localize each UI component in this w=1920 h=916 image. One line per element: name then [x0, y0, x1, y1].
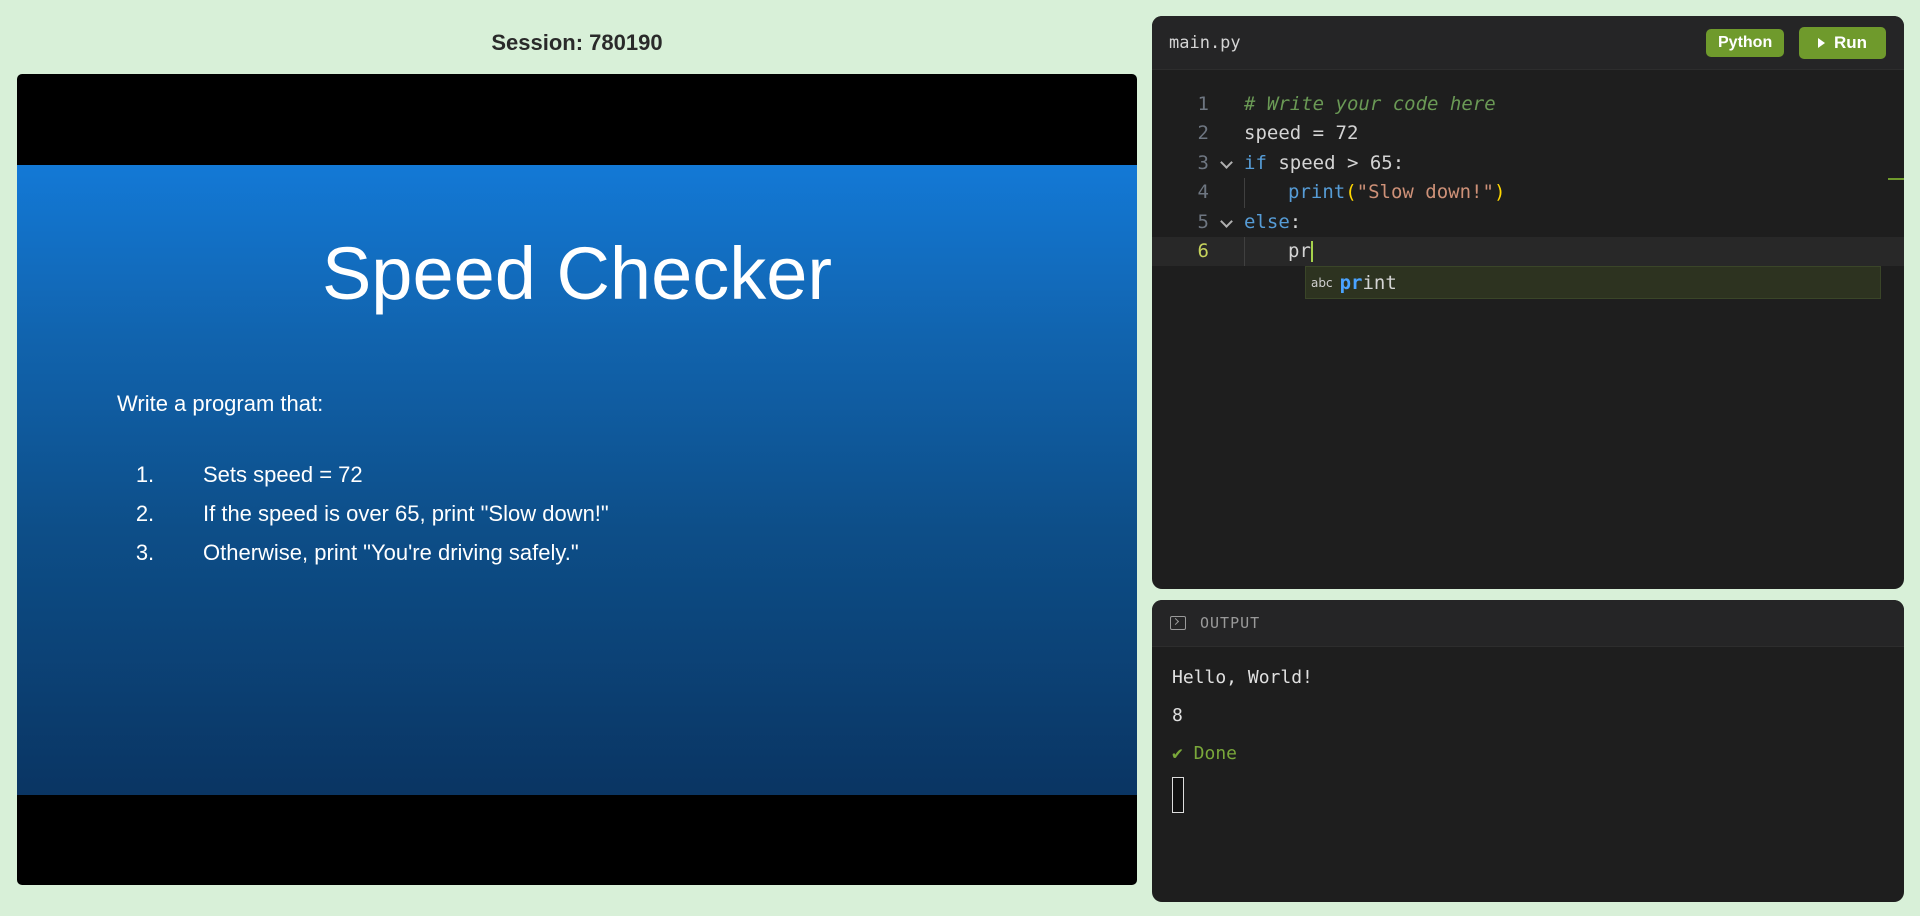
run-status: ✔ Done [1172, 743, 1238, 764]
step-text: Otherwise, print "You're driving safely.… [203, 539, 579, 565]
code-if-statement: if speed > 65: [1244, 149, 1404, 178]
file-tab[interactable]: main.py [1169, 33, 1241, 53]
fold-chevron-icon[interactable] [1220, 149, 1233, 178]
output-panel: OUTPUT Hello, World! 8 ✔ Done [1152, 600, 1904, 902]
paren-close: ) [1493, 181, 1506, 204]
line-number: 2 [1197, 122, 1209, 145]
scrollbar-marker [1888, 178, 1904, 180]
step-text: If the speed is over 65, print "Slow dow… [203, 500, 609, 526]
code-line[interactable]: 4 print("Slow down!") [1152, 178, 1904, 208]
line-number: 6 [1197, 239, 1209, 262]
output-line: Hello, World! [1172, 667, 1313, 688]
fold-chevron-icon[interactable] [1220, 208, 1233, 237]
code-condition: speed > 65: [1266, 151, 1405, 174]
string-literal: "Slow down!" [1356, 181, 1494, 204]
stdin-input[interactable] [1172, 777, 1184, 813]
output-line: 8 [1172, 705, 1183, 726]
run-button[interactable]: Run [1799, 27, 1886, 59]
suggestion-label: print [1340, 272, 1397, 294]
step-number: 1. [135, 461, 155, 487]
code-editor-panel: main.py Python Run 1 # Write your code h… [1152, 16, 1904, 589]
keyword-else: else [1244, 210, 1290, 233]
suggestion-match: pr [1339, 271, 1363, 294]
slide-steps: 1. Sets speed = 72 2. If the speed is ov… [117, 455, 609, 572]
slide-step: 2. If the speed is over 65, print "Slow … [117, 494, 609, 533]
code-else-statement: else: [1244, 208, 1301, 237]
code-line[interactable]: 3 if speed > 65: [1152, 149, 1904, 178]
text-suggestion-icon: abc [1311, 275, 1333, 290]
code-print-call: print("Slow down!") [1288, 178, 1505, 207]
code-comment: # Write your code here [1244, 93, 1496, 115]
slide-step: 1. Sets speed = 72 [117, 455, 609, 494]
run-label: Run [1833, 33, 1868, 52]
code-typing: pr [1288, 237, 1313, 266]
code-line[interactable]: 5 else: [1152, 208, 1904, 237]
play-icon [1817, 38, 1825, 48]
editor-header: main.py Python Run [1152, 16, 1904, 70]
line-number: 1 [1197, 93, 1209, 115]
step-text: Sets speed = 72 [203, 461, 363, 487]
line-number: 4 [1197, 181, 1209, 204]
code-line[interactable]: 1 # Write your code here [1152, 90, 1904, 119]
text-cursor [1310, 240, 1313, 262]
output-console[interactable]: Hello, World! 8 ✔ Done [1152, 647, 1904, 813]
slide-heading: Speed Checker [321, 232, 833, 315]
function-name: print [1288, 181, 1346, 204]
typed-text: pr [1288, 239, 1311, 262]
slide-step: 3. Otherwise, print "You're driving safe… [117, 533, 609, 572]
output-header: OUTPUT [1152, 600, 1904, 647]
code-statement: speed = 72 [1244, 122, 1359, 145]
code-line-active[interactable]: 6 pr [1152, 236, 1904, 267]
paren-open: ( [1345, 181, 1357, 204]
indent-guide [1244, 178, 1245, 208]
terminal-icon [1170, 616, 1186, 630]
slide-viewer: Speed Checker Write a program that: 1. S… [17, 74, 1137, 885]
code-editor[interactable]: 1 # Write your code here 2 speed = 72 3 … [1152, 90, 1904, 267]
slide-intro: Write a program that: [117, 391, 324, 416]
keyword-if: if [1244, 151, 1267, 174]
code-colon: : [1289, 210, 1302, 233]
language-badge[interactable]: Python [1706, 29, 1785, 57]
step-number: 2. [135, 500, 155, 526]
line-number: 5 [1197, 210, 1209, 233]
code-line[interactable]: 2 speed = 72 [1152, 119, 1904, 148]
indent-guide [1244, 236, 1245, 267]
step-number: 3. [135, 539, 155, 565]
line-number: 3 [1197, 151, 1209, 174]
slide: Speed Checker Write a program that: 1. S… [17, 165, 1137, 795]
session-title: Session: 780190 [491, 30, 663, 55]
autocomplete-suggestion[interactable]: abc print [1305, 266, 1881, 299]
suggestion-rest: int [1362, 271, 1397, 294]
output-title: OUTPUT [1200, 614, 1261, 632]
